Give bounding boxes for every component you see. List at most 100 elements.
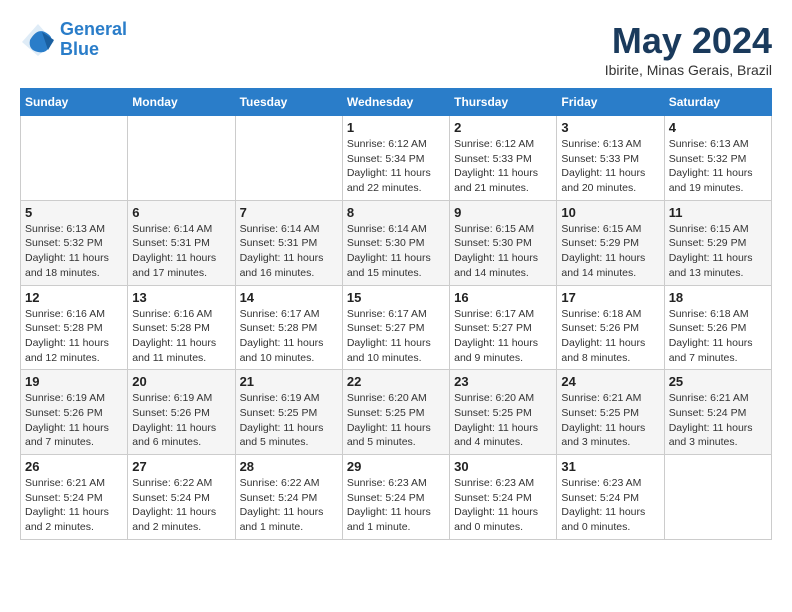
day-info: Sunrise: 6:15 AMSunset: 5:30 PMDaylight:…: [454, 222, 552, 281]
day-info: Sunrise: 6:23 AMSunset: 5:24 PMDaylight:…: [454, 476, 552, 535]
day-header-tuesday: Tuesday: [235, 89, 342, 116]
day-number: 28: [240, 459, 338, 474]
day-info: Sunrise: 6:20 AMSunset: 5:25 PMDaylight:…: [454, 391, 552, 450]
calendar-cell: 20 Sunrise: 6:19 AMSunset: 5:26 PMDayligh…: [128, 370, 235, 455]
day-info: Sunrise: 6:12 AMSunset: 5:34 PMDaylight:…: [347, 137, 445, 196]
day-info: Sunrise: 6:15 AMSunset: 5:29 PMDaylight:…: [561, 222, 659, 281]
logo-text: General Blue: [60, 20, 127, 60]
day-number: 6: [132, 205, 230, 220]
day-info: Sunrise: 6:22 AMSunset: 5:24 PMDaylight:…: [240, 476, 338, 535]
day-info: Sunrise: 6:15 AMSunset: 5:29 PMDaylight:…: [669, 222, 767, 281]
day-info: Sunrise: 6:16 AMSunset: 5:28 PMDaylight:…: [25, 307, 123, 366]
calendar-cell: 25 Sunrise: 6:21 AMSunset: 5:24 PMDayligh…: [664, 370, 771, 455]
day-number: 17: [561, 290, 659, 305]
day-info: Sunrise: 6:16 AMSunset: 5:28 PMDaylight:…: [132, 307, 230, 366]
calendar-cell: 14 Sunrise: 6:17 AMSunset: 5:28 PMDayligh…: [235, 285, 342, 370]
day-header-sunday: Sunday: [21, 89, 128, 116]
page-header: General Blue May 2024 Ibirite, Minas Ger…: [20, 20, 772, 78]
calendar-cell: 4 Sunrise: 6:13 AMSunset: 5:32 PMDaylight…: [664, 116, 771, 201]
day-number: 13: [132, 290, 230, 305]
day-info: Sunrise: 6:13 AMSunset: 5:32 PMDaylight:…: [669, 137, 767, 196]
calendar-header-row: SundayMondayTuesdayWednesdayThursdayFrid…: [21, 89, 772, 116]
day-info: Sunrise: 6:13 AMSunset: 5:33 PMDaylight:…: [561, 137, 659, 196]
day-header-monday: Monday: [128, 89, 235, 116]
day-number: 20: [132, 374, 230, 389]
calendar-week-4: 19Sunrise: 6:19 AMSunset: 5:26 PMDayligh…: [21, 370, 772, 455]
day-number: 24: [561, 374, 659, 389]
calendar-week-1: 1 Sunrise: 6:12 AMSunset: 5:34 PMDaylight…: [21, 116, 772, 201]
calendar-cell: [128, 116, 235, 201]
day-info: Sunrise: 6:14 AMSunset: 5:30 PMDaylight:…: [347, 222, 445, 281]
day-info: Sunrise: 6:22 AMSunset: 5:24 PMDaylight:…: [132, 476, 230, 535]
day-number: 15: [347, 290, 445, 305]
calendar-cell: 24 Sunrise: 6:21 AMSunset: 5:25 PMDayligh…: [557, 370, 664, 455]
day-info: Sunrise: 6:21 AMSunset: 5:24 PMDaylight:…: [669, 391, 767, 450]
calendar-week-5: 26Sunrise: 6:21 AMSunset: 5:24 PMDayligh…: [21, 455, 772, 540]
day-number: 4: [669, 120, 767, 135]
day-number: 23: [454, 374, 552, 389]
day-number: 29: [347, 459, 445, 474]
day-number: 8: [347, 205, 445, 220]
calendar-cell: 31Sunrise: 6:23 AMSunset: 5:24 PMDayligh…: [557, 455, 664, 540]
day-number: 1: [347, 120, 445, 135]
calendar-cell: 17 Sunrise: 6:18 AMSunset: 5:26 PMDayligh…: [557, 285, 664, 370]
calendar-cell: 26Sunrise: 6:21 AMSunset: 5:24 PMDayligh…: [21, 455, 128, 540]
day-info: Sunrise: 6:14 AMSunset: 5:31 PMDaylight:…: [132, 222, 230, 281]
day-header-friday: Friday: [557, 89, 664, 116]
day-header-thursday: Thursday: [450, 89, 557, 116]
day-number: 10: [561, 205, 659, 220]
day-number: 16: [454, 290, 552, 305]
day-number: 14: [240, 290, 338, 305]
location: Ibirite, Minas Gerais, Brazil: [605, 62, 772, 78]
calendar-cell: 1 Sunrise: 6:12 AMSunset: 5:34 PMDaylight…: [342, 116, 449, 201]
calendar-cell: 15 Sunrise: 6:17 AMSunset: 5:27 PMDayligh…: [342, 285, 449, 370]
calendar-cell: 3Sunrise: 6:13 AMSunset: 5:33 PMDaylight…: [557, 116, 664, 201]
calendar: SundayMondayTuesdayWednesdayThursdayFrid…: [20, 88, 772, 540]
day-info: Sunrise: 6:23 AMSunset: 5:24 PMDaylight:…: [347, 476, 445, 535]
day-number: 21: [240, 374, 338, 389]
calendar-cell: 5Sunrise: 6:13 AMSunset: 5:32 PMDaylight…: [21, 200, 128, 285]
calendar-cell: 13 Sunrise: 6:16 AMSunset: 5:28 PMDayligh…: [128, 285, 235, 370]
day-info: Sunrise: 6:17 AMSunset: 5:28 PMDaylight:…: [240, 307, 338, 366]
calendar-cell: [235, 116, 342, 201]
day-header-saturday: Saturday: [664, 89, 771, 116]
day-number: 5: [25, 205, 123, 220]
calendar-cell: 30 Sunrise: 6:23 AMSunset: 5:24 PMDayligh…: [450, 455, 557, 540]
day-number: 26: [25, 459, 123, 474]
day-number: 18: [669, 290, 767, 305]
day-number: 9: [454, 205, 552, 220]
day-number: 30: [454, 459, 552, 474]
calendar-week-3: 12 Sunrise: 6:16 AMSunset: 5:28 PMDayligh…: [21, 285, 772, 370]
calendar-cell: 28 Sunrise: 6:22 AMSunset: 5:24 PMDayligh…: [235, 455, 342, 540]
day-number: 7: [240, 205, 338, 220]
day-number: 25: [669, 374, 767, 389]
calendar-cell: 16 Sunrise: 6:17 AMSunset: 5:27 PMDayligh…: [450, 285, 557, 370]
day-info: Sunrise: 6:18 AMSunset: 5:26 PMDaylight:…: [561, 307, 659, 366]
calendar-cell: [21, 116, 128, 201]
calendar-cell: 18 Sunrise: 6:18 AMSunset: 5:26 PMDayligh…: [664, 285, 771, 370]
day-number: 27: [132, 459, 230, 474]
calendar-cell: 12 Sunrise: 6:16 AMSunset: 5:28 PMDayligh…: [21, 285, 128, 370]
day-number: 12: [25, 290, 123, 305]
day-info: Sunrise: 6:17 AMSunset: 5:27 PMDaylight:…: [347, 307, 445, 366]
month-title: May 2024: [605, 20, 772, 62]
day-info: Sunrise: 6:18 AMSunset: 5:26 PMDaylight:…: [669, 307, 767, 366]
day-info: Sunrise: 6:19 AMSunset: 5:26 PMDaylight:…: [25, 391, 123, 450]
calendar-cell: 8 Sunrise: 6:14 AMSunset: 5:30 PMDaylight…: [342, 200, 449, 285]
calendar-cell: 29 Sunrise: 6:23 AMSunset: 5:24 PMDayligh…: [342, 455, 449, 540]
day-info: Sunrise: 6:12 AMSunset: 5:33 PMDaylight:…: [454, 137, 552, 196]
calendar-cell: [664, 455, 771, 540]
day-number: 11: [669, 205, 767, 220]
calendar-cell: 23 Sunrise: 6:20 AMSunset: 5:25 PMDayligh…: [450, 370, 557, 455]
day-info: Sunrise: 6:21 AMSunset: 5:25 PMDaylight:…: [561, 391, 659, 450]
day-info: Sunrise: 6:19 AMSunset: 5:25 PMDaylight:…: [240, 391, 338, 450]
day-number: 22: [347, 374, 445, 389]
logo: General Blue: [20, 20, 127, 60]
day-number: 31: [561, 459, 659, 474]
day-info: Sunrise: 6:14 AMSunset: 5:31 PMDaylight:…: [240, 222, 338, 281]
calendar-cell: 10 Sunrise: 6:15 AMSunset: 5:29 PMDayligh…: [557, 200, 664, 285]
calendar-cell: 22Sunrise: 6:20 AMSunset: 5:25 PMDayligh…: [342, 370, 449, 455]
day-header-wednesday: Wednesday: [342, 89, 449, 116]
day-info: Sunrise: 6:19 AMSunset: 5:26 PMDaylight:…: [132, 391, 230, 450]
day-info: Sunrise: 6:17 AMSunset: 5:27 PMDaylight:…: [454, 307, 552, 366]
